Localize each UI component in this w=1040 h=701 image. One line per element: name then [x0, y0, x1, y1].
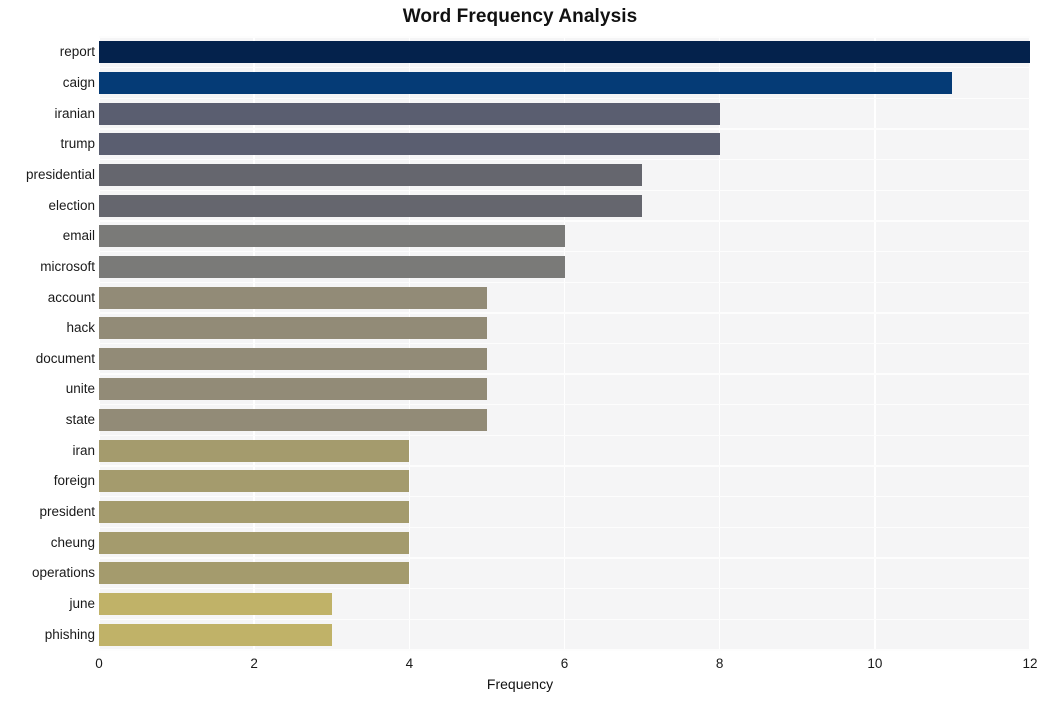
gridline-horizontal: [99, 66, 1030, 69]
gridline-horizontal: [99, 496, 1030, 498]
x-tick-label-12: 12: [1022, 656, 1038, 671]
gridline-horizontal: [99, 189, 1030, 191]
bar-state: [99, 409, 487, 432]
x-tick-label-4: 4: [405, 656, 414, 671]
y-tick-label-operations: operations: [31, 565, 95, 581]
y-tick-label-foreign: foreign: [53, 473, 95, 489]
x-tick-label-8: 8: [715, 656, 724, 671]
bar-operations: [99, 562, 410, 585]
y-tick-label-email: email: [62, 228, 95, 244]
gridline-horizontal: [99, 97, 1030, 99]
x-tick-label-6: 6: [560, 656, 569, 671]
bar-president: [99, 501, 410, 524]
gridline-horizontal: [99, 404, 1030, 406]
x-axis-title: Frequency: [486, 676, 554, 692]
gridline-horizontal: [99, 342, 1030, 345]
word-frequency-chart: Word Frequency Analysis report caign irani…: [0, 0, 1040, 701]
y-tick-label-cheung: cheung: [50, 534, 95, 550]
y-tick-label-microsoft: microsoft: [40, 258, 95, 274]
chart-title: Word Frequency Analysis: [402, 6, 638, 27]
gridline-horizontal: [99, 312, 1030, 314]
x-tick-label-10: 10: [867, 656, 883, 671]
gridline-horizontal: [99, 618, 1030, 621]
gridline-horizontal: [99, 220, 1030, 222]
bar-caign: [99, 71, 953, 94]
y-tick-label-state: state: [65, 412, 95, 428]
gridline-horizontal: [99, 36, 1030, 38]
gridline-horizontal: [99, 250, 1030, 253]
x-tick-label-0: 0: [95, 656, 103, 671]
gridline-horizontal: [99, 158, 1030, 161]
y-tick-label-june: june: [69, 596, 95, 612]
y-tick-label-presidential: presidential: [25, 166, 95, 182]
gridline-horizontal: [99, 588, 1030, 590]
y-tick-label-president: president: [39, 504, 95, 520]
y-tick-label-trump: trump: [60, 136, 95, 152]
bar-phishing: [99, 623, 332, 646]
bar-cheung: [99, 531, 410, 554]
y-tick-label-unite: unite: [65, 381, 95, 397]
bar-iranian: [99, 102, 720, 125]
bar-election: [99, 194, 643, 217]
bar-microsoft: [99, 255, 565, 278]
y-tick-label-iranian: iranian: [54, 105, 95, 121]
bar-email: [99, 225, 565, 248]
gridline-horizontal: [99, 281, 1030, 283]
bar-presidential: [99, 163, 643, 186]
y-tick-label-election: election: [48, 197, 95, 213]
y-tick-label-caign: caign: [62, 74, 95, 90]
x-axis: Frequency 0 2 4 6 8 10 12: [0, 650, 1040, 701]
bar-foreign: [99, 470, 410, 493]
y-tick-label-phishing: phishing: [44, 626, 95, 642]
y-axis-category-labels: report caign iranian trump presidential elect…: [0, 37, 95, 650]
x-tick-label-2: 2: [250, 656, 258, 671]
y-tick-label-iran: iran: [72, 442, 95, 458]
gridline-horizontal: [99, 557, 1030, 559]
gridline-horizontal: [99, 373, 1030, 375]
gridline-horizontal: [99, 465, 1030, 467]
plot-area: [98, 36, 1031, 651]
y-tick-label-hack: hack: [66, 320, 95, 336]
y-tick-label-document: document: [35, 350, 95, 366]
bar-iran: [99, 439, 410, 462]
bar-trump: [99, 133, 720, 156]
gridline-horizontal: [99, 128, 1030, 130]
y-tick-label-report: report: [59, 44, 95, 60]
bar-report: [99, 41, 1030, 64]
bar-unite: [99, 378, 487, 401]
bar-account: [99, 286, 487, 309]
y-tick-label-account: account: [47, 289, 95, 305]
gridline-horizontal: [99, 526, 1030, 529]
gridline-horizontal: [99, 434, 1030, 437]
bar-june: [99, 593, 332, 616]
bar-document: [99, 347, 487, 370]
bar-hack: [99, 317, 487, 340]
